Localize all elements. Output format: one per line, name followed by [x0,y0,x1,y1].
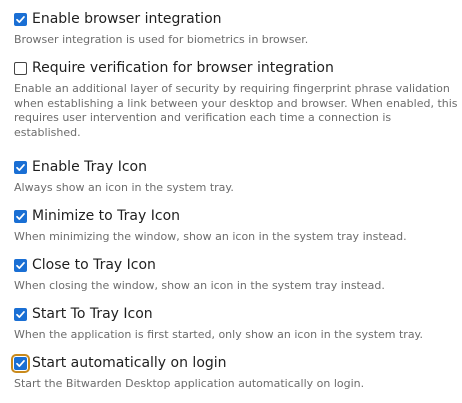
start-on-login-description: Start the Bitwarden Desktop application … [14,377,365,390]
checkmark-icon [16,212,25,220]
require-verification-label: Require verification for browser integra… [32,60,334,76]
start-on-login-checkbox-row[interactable]: Start automatically on login [11,353,227,373]
start-to-tray-checkbox-row[interactable]: Start To Tray Icon [14,304,153,324]
close-to-tray-label: Close to Tray Icon [32,257,156,273]
enable-tray-icon-checkbox[interactable] [14,160,27,174]
enable-browser-integration-checkbox-row[interactable]: Enable browser integration [14,9,222,29]
enable-browser-integration-label: Enable browser integration [32,11,222,27]
checkmark-icon [16,359,25,367]
start-on-login-checkbox[interactable] [11,353,30,373]
enable-tray-icon-checkbox-row[interactable]: Enable Tray Icon [14,157,147,177]
close-to-tray-checkbox[interactable] [14,258,27,272]
enable-tray-icon-description: Always show an icon in the system tray. [14,181,234,194]
require-verification-description: Enable an additional layer of security b… [14,82,458,139]
enable-browser-integration-checkbox[interactable] [14,12,27,26]
minimize-to-tray-checkbox[interactable] [14,209,27,223]
start-to-tray-checkbox[interactable] [14,307,27,321]
start-to-tray-description: When the application is first started, o… [14,328,423,341]
minimize-to-tray-label: Minimize to Tray Icon [32,208,181,224]
minimize-to-tray-checkbox-row[interactable]: Minimize to Tray Icon [14,206,180,226]
checkmark-icon [16,310,25,318]
enable-tray-icon-label: Enable Tray Icon [32,159,147,175]
require-verification-checkbox-row[interactable]: Require verification for browser integra… [14,58,334,78]
checkmark-icon [16,15,25,23]
close-to-tray-checkbox-row[interactable]: Close to Tray Icon [14,255,156,275]
start-to-tray-label: Start To Tray Icon [32,306,153,322]
checkmark-icon [16,261,25,269]
enable-browser-integration-description: Browser integration is used for biometri… [14,33,309,46]
start-on-login-label: Start automatically on login [32,355,227,371]
require-verification-checkbox[interactable] [14,61,27,75]
minimize-to-tray-description: When minimizing the window, show an icon… [14,230,407,243]
close-to-tray-description: When closing the window, show an icon in… [14,279,385,292]
checkmark-icon [16,163,25,171]
